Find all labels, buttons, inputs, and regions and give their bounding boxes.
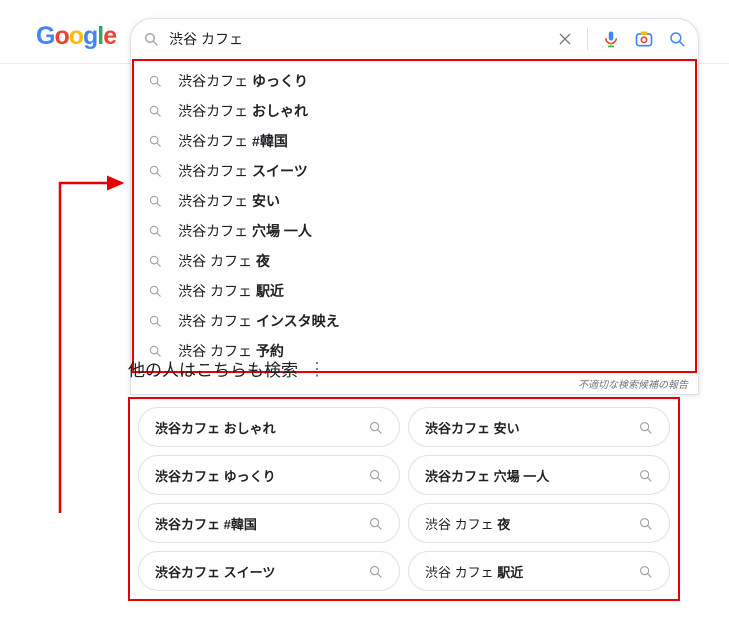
- related-search-item[interactable]: 渋谷カフェ 穴場 一人: [408, 455, 670, 495]
- clear-icon[interactable]: [557, 31, 573, 47]
- suggestion-text: 渋谷カフェ 穴場 一人: [178, 221, 312, 241]
- search-icon: [143, 31, 159, 47]
- logo-letter: o: [69, 22, 83, 50]
- google-logo[interactable]: Google: [36, 22, 116, 51]
- search-icon: [638, 420, 653, 435]
- search-icon: [368, 420, 383, 435]
- related-item-text: 渋谷カフェ おしゃれ: [155, 418, 276, 437]
- vertical-divider: [587, 28, 588, 50]
- search-icon: [638, 564, 653, 579]
- search-icon: [368, 564, 383, 579]
- search-box-wrapper: 渋谷カフェ ゆっくり渋谷カフェ おしゃれ渋谷カフェ #韓国渋谷カフェ スイーツ渋…: [130, 18, 699, 395]
- related-searches-grid: 渋谷カフェ おしゃれ渋谷カフェ 安い渋谷カフェ ゆっくり渋谷カフェ 穴場 一人渋…: [128, 397, 680, 601]
- suggestion-item[interactable]: 渋谷カフェ 穴場 一人: [134, 216, 695, 246]
- search-icon: [638, 468, 653, 483]
- related-item-text: 渋谷カフェ ゆっくり: [155, 466, 276, 485]
- search-icon: [148, 194, 162, 208]
- suggestion-text: 渋谷 カフェ 駅近: [178, 281, 284, 301]
- suggestion-item[interactable]: 渋谷 カフェ 夜: [134, 246, 695, 276]
- suggestion-text: 渋谷カフェ 安い: [178, 191, 280, 211]
- related-title-text: 他の人はこちらも検索: [128, 356, 298, 381]
- search-icon: [148, 164, 162, 178]
- logo-letter: G: [36, 22, 54, 50]
- suggestion-item[interactable]: 渋谷 カフェ インスタ映え: [134, 306, 695, 336]
- search-icon: [148, 284, 162, 298]
- related-item-text: 渋谷カフェ #韓国: [155, 514, 257, 533]
- logo-letter: o: [54, 22, 68, 50]
- related-item-text: 渋谷カフェ 穴場 一人: [425, 466, 549, 485]
- search-input[interactable]: [169, 31, 549, 47]
- search-icon: [148, 74, 162, 88]
- search-button-icon[interactable]: [668, 30, 686, 48]
- search-icon: [148, 224, 162, 238]
- search-icon: [368, 468, 383, 483]
- suggestion-text: 渋谷 カフェ 夜: [178, 251, 270, 271]
- related-search-item[interactable]: 渋谷 カフェ 駅近: [408, 551, 670, 591]
- related-search-item[interactable]: 渋谷カフェ #韓国: [138, 503, 400, 543]
- suggestion-text: 渋谷 カフェ インスタ映え: [178, 311, 340, 331]
- related-search-item[interactable]: 渋谷カフェ ゆっくり: [138, 455, 400, 495]
- suggestion-item[interactable]: 渋谷カフェ 安い: [134, 186, 695, 216]
- related-item-text: 渋谷 カフェ 駅近: [425, 562, 523, 581]
- suggestion-text: 渋谷カフェ ゆっくり: [178, 71, 308, 91]
- more-options-icon[interactable]: ⋮: [308, 360, 326, 378]
- related-search-item[interactable]: 渋谷カフェ おしゃれ: [138, 407, 400, 447]
- related-search-item[interactable]: 渋谷カフェ 安い: [408, 407, 670, 447]
- search-input-row: [131, 19, 698, 59]
- suggestion-text: 渋谷カフェ #韓国: [178, 131, 288, 151]
- suggestion-item[interactable]: 渋谷カフェ スイーツ: [134, 156, 695, 186]
- image-search-icon[interactable]: [634, 29, 654, 49]
- suggestion-item[interactable]: 渋谷カフェ ゆっくり: [134, 66, 695, 96]
- search-actions: [557, 28, 686, 50]
- related-search-item[interactable]: 渋谷 カフェ 夜: [408, 503, 670, 543]
- suggestion-item[interactable]: 渋谷カフェ #韓国: [134, 126, 695, 156]
- search-icon: [148, 314, 162, 328]
- search-icon: [148, 254, 162, 268]
- header: Google: [0, 0, 729, 395]
- suggestion-text: 渋谷カフェ スイーツ: [178, 161, 308, 181]
- related-item-text: 渋谷カフェ 安い: [425, 418, 520, 437]
- voice-search-icon[interactable]: [602, 30, 620, 48]
- suggestion-item[interactable]: 渋谷 カフェ 駅近: [134, 276, 695, 306]
- related-search-item[interactable]: 渋谷カフェ スイーツ: [138, 551, 400, 591]
- suggestion-item[interactable]: 渋谷カフェ おしゃれ: [134, 96, 695, 126]
- logo-letter: g: [83, 22, 97, 50]
- related-item-text: 渋谷 カフェ 夜: [425, 514, 510, 533]
- search-box: 渋谷カフェ ゆっくり渋谷カフェ おしゃれ渋谷カフェ #韓国渋谷カフェ スイーツ渋…: [130, 18, 699, 395]
- search-icon: [368, 516, 383, 531]
- related-searches-title: 他の人はこちらも検索 ⋮: [128, 356, 680, 381]
- suggestion-text: 渋谷カフェ おしゃれ: [178, 101, 308, 121]
- search-icon: [638, 516, 653, 531]
- search-icon: [148, 134, 162, 148]
- logo-letter: e: [103, 22, 116, 50]
- related-searches-section: 他の人はこちらも検索 ⋮ 渋谷カフェ おしゃれ 渋谷カフェ 安い渋谷カフェ ゆっく…: [128, 356, 680, 601]
- search-icon: [148, 104, 162, 118]
- suggestions-dropdown: 渋谷カフェ ゆっくり渋谷カフェ おしゃれ渋谷カフェ #韓国渋谷カフェ スイーツ渋…: [132, 59, 697, 373]
- related-item-text: 渋谷カフェ スイーツ: [155, 562, 275, 581]
